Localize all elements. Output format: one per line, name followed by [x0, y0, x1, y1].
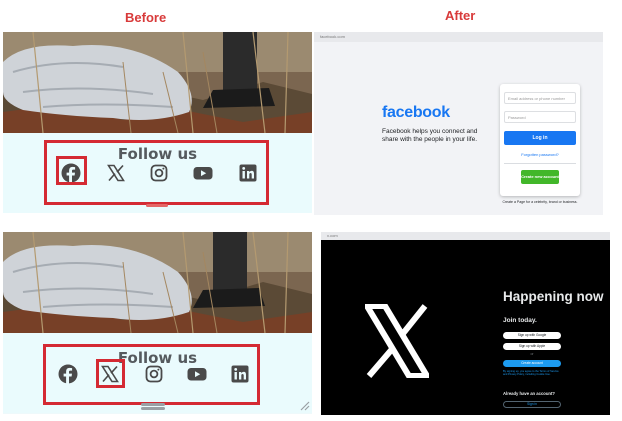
or-divider: or: [530, 352, 534, 356]
facebook-tagline: Facebook helps you connect and share wit…: [382, 128, 478, 143]
facebook-icon-highlight: [56, 156, 87, 185]
facebook-logo: facebook: [382, 104, 450, 121]
after-panel-facebook: facebook.com facebook Facebook helps you…: [314, 32, 603, 215]
resize-grip-icon[interactable]: [300, 401, 310, 411]
follow-us-bar: Follow us: [3, 333, 312, 413]
already-have-account-label: Already have an account?: [503, 391, 555, 396]
create-page-note[interactable]: Create a Page for a celebrity, brand or …: [500, 200, 580, 204]
browser-url[interactable]: x.com: [327, 233, 338, 238]
facebook-login-card: Email address or phone number Password L…: [500, 84, 580, 196]
sign-in-button[interactable]: Sign in: [503, 401, 561, 408]
after-label: After: [445, 8, 476, 23]
before-panel-facebook: Follow us: [3, 32, 312, 213]
browser-address-bar[interactable]: x.com: [321, 232, 610, 240]
browser-url[interactable]: facebook.com: [320, 34, 345, 39]
hero-photo: [3, 32, 312, 133]
password-field[interactable]: Password: [504, 111, 576, 123]
follow-us-bar: Follow us: [3, 133, 312, 213]
x-join-title: Join today.: [503, 317, 537, 324]
scroll-handle[interactable]: [141, 403, 165, 406]
terms-text[interactable]: By signing up, you agree to the Terms of…: [503, 370, 563, 377]
divider: [504, 163, 576, 164]
apple-signup-button[interactable]: Sign up with Apple: [503, 343, 561, 350]
create-account-button[interactable]: Create account: [503, 360, 561, 367]
scroll-handle[interactable]: [146, 204, 168, 207]
google-signup-button[interactable]: Sign up with Google: [503, 332, 561, 339]
create-account-button[interactable]: Create new account: [521, 170, 559, 184]
x-icon-highlight: [96, 359, 125, 388]
login-button[interactable]: Log in: [504, 131, 576, 145]
hero-photo: [3, 232, 312, 333]
browser-address-bar[interactable]: facebook.com: [314, 32, 603, 42]
forgot-password-link[interactable]: Forgotten password?: [500, 152, 580, 157]
x-headline: Happening now: [503, 289, 604, 304]
before-label: Before: [125, 10, 167, 25]
social-highlight-frame: [43, 344, 260, 405]
before-panel-x: Follow us: [3, 232, 312, 414]
after-panel-x: x.com Happening now Join today. Sign up …: [321, 232, 610, 415]
x-logo-icon: [365, 304, 429, 378]
email-field[interactable]: Email address or phone number: [504, 92, 576, 104]
scroll-handle-lower[interactable]: [141, 407, 165, 410]
